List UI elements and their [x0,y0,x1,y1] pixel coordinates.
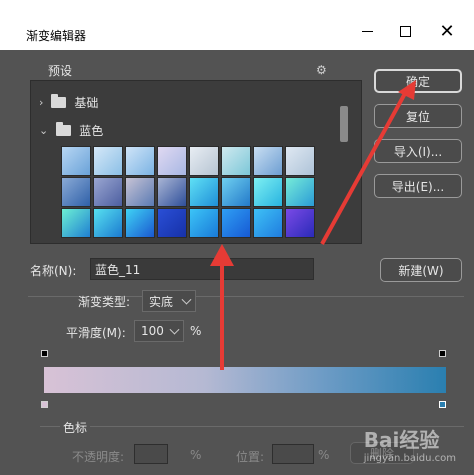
annotation-arrows [210,80,416,370]
watermark: Bai经验 jingyan.baidu.com [364,424,456,464]
watermark-url: jingyan.baidu.com [363,453,456,464]
arrow-to-ok [320,87,410,245]
watermark-brand: Bai经验 [363,428,440,452]
arrowhead-swatch [210,244,234,266]
arrowhead-ok [398,80,416,100]
